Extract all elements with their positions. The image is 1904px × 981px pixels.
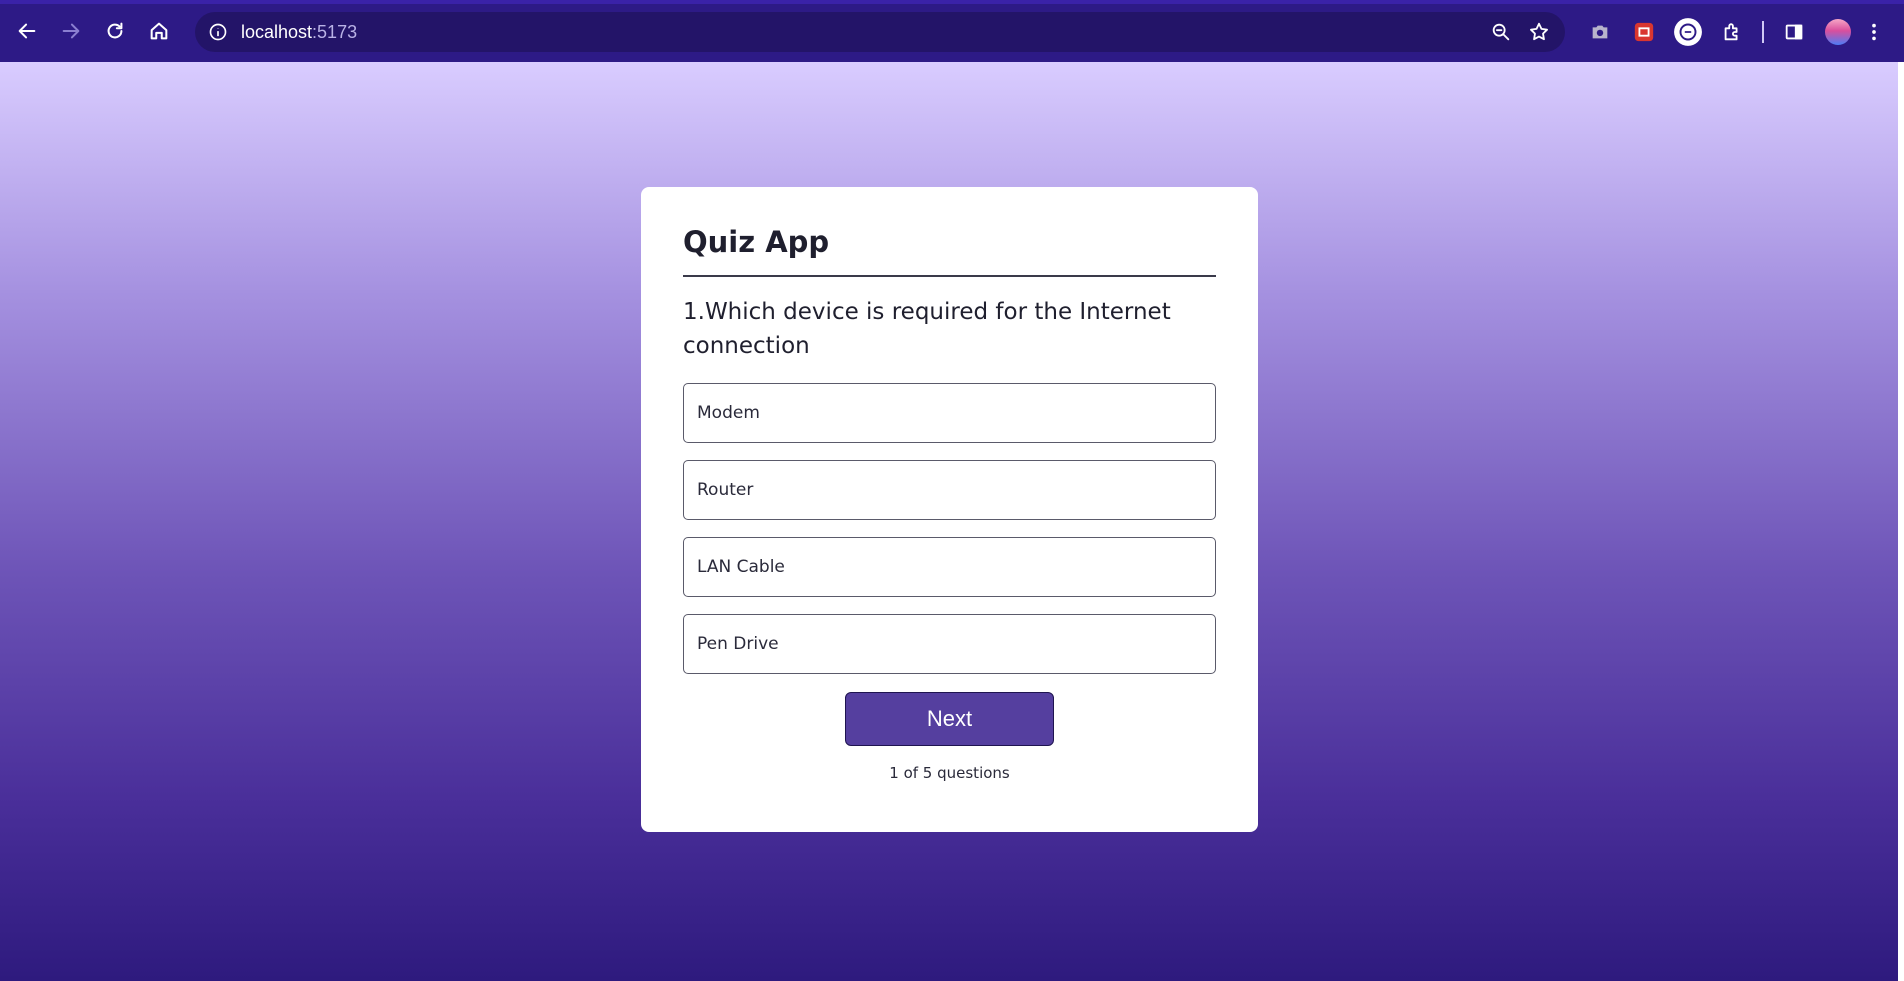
url-port: :5173 [312,21,358,42]
question-progress: 1 of 5 questions [889,764,1010,782]
page-title: Quiz App [683,225,830,259]
circle-extension-icon[interactable] [1670,14,1706,50]
options-list: Modem Router LAN Cable Pen Drive [683,383,1216,674]
bookmark-star-icon[interactable] [1523,18,1555,46]
page-viewport: Quiz App 1.Which device is required for … [0,62,1904,981]
back-arrow-icon[interactable] [5,9,49,53]
site-info-icon[interactable] [207,21,229,43]
option-router[interactable]: Router [683,460,1216,520]
option-lan-cable[interactable]: LAN Cable [683,537,1216,597]
title-divider [683,275,1216,277]
option-pen-drive[interactable]: Pen Drive [683,614,1216,674]
avatar [1825,19,1851,45]
option-modem[interactable]: Modem [683,383,1216,443]
browser-toolbar: localhost:5173 [0,0,1904,62]
profile-avatar[interactable] [1820,14,1856,50]
address-bar[interactable]: localhost:5173 [195,12,1565,52]
question-text: 1.Which device is required for the Inter… [683,299,1171,359]
quiz-card: Quiz App 1.Which device is required for … [641,187,1258,832]
reload-icon[interactable] [93,9,137,53]
url-host: localhost [241,21,313,42]
camera-extension-icon[interactable] [1582,14,1618,50]
zoom-icon[interactable] [1485,18,1517,46]
side-panel-icon[interactable] [1776,14,1812,50]
toolbar-separator [1762,21,1764,43]
more-menu-icon[interactable] [1864,14,1884,50]
scrollbar[interactable] [1898,62,1904,981]
forward-arrow-icon[interactable] [49,9,93,53]
next-wrapper: Next [683,692,1216,746]
red-extension-icon[interactable] [1626,14,1662,50]
url-text[interactable]: localhost:5173 [241,22,357,43]
next-button[interactable]: Next [845,692,1054,746]
home-icon[interactable] [137,9,181,53]
extensions-puzzle-icon[interactable] [1714,14,1750,50]
